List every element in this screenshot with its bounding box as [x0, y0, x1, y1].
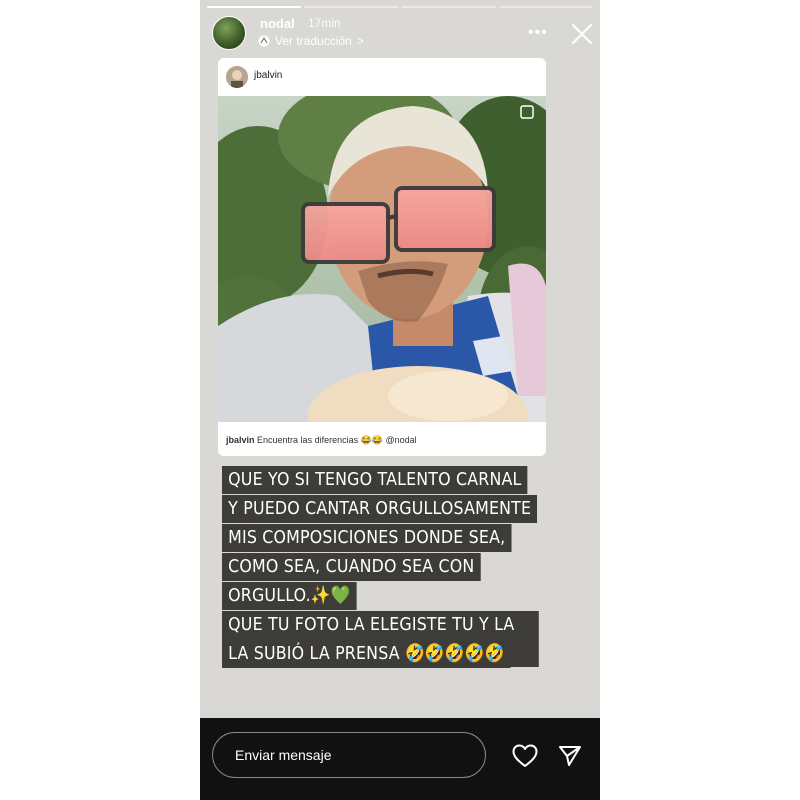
story-timestamp: 17min	[308, 16, 341, 30]
caption-line: LA SUBIÓ LA PRENSA 🤣🤣🤣🤣🤣	[222, 640, 511, 668]
author-username[interactable]: nodal	[260, 16, 295, 31]
progress-segment	[304, 6, 399, 8]
caption-line: ORGULLO.✨💚	[222, 582, 357, 610]
progress-segment	[401, 6, 496, 8]
post-author-username[interactable]: jbalvin	[254, 70, 282, 81]
progress-segment	[498, 6, 593, 8]
story-text-overlay: QUE YO SI TENGO TALENTO CARNAL Y PUEDO C…	[222, 466, 582, 669]
progress-segment	[207, 6, 302, 8]
caption-line: MIS COMPOSICIONES DONDE SEA,	[222, 524, 512, 552]
translate-icon	[258, 35, 270, 47]
heart-icon[interactable]	[512, 744, 538, 768]
caption-line: Y PUEDO CANTAR ORGULLOSAMENTE	[222, 495, 538, 523]
post-caption-text: Encuentra las diferencias 😂😂 @nodal	[257, 435, 417, 445]
message-input[interactable]	[212, 732, 486, 778]
caption-line: QUE YO SI TENGO TALENTO CARNAL	[222, 466, 528, 494]
post-photo[interactable]	[218, 96, 546, 422]
post-caption-user[interactable]: jbalvin	[226, 435, 255, 445]
reply-bar	[200, 718, 600, 800]
author-avatar[interactable]	[212, 16, 246, 50]
post-author-avatar[interactable]	[226, 66, 248, 88]
send-icon[interactable]	[558, 744, 582, 768]
story-progress	[207, 6, 593, 8]
translate-label: Ver traducción	[275, 34, 352, 48]
translate-button[interactable]: Ver traducción >	[258, 34, 364, 48]
shared-post-card[interactable]: jbalvin jbalvin Encuentra las diferencia…	[218, 58, 546, 456]
story-viewer: nodal 17min Ver traducción > ••• jbalvin	[200, 0, 600, 800]
close-icon[interactable]	[570, 22, 594, 46]
post-caption: jbalvin Encuentra las diferencias 😂😂 @no…	[226, 435, 417, 446]
chevron-right-icon: >	[356, 34, 364, 48]
caption-line: COMO SEA, CUANDO SEA CON	[222, 553, 481, 581]
more-options-button[interactable]: •••	[528, 24, 548, 42]
